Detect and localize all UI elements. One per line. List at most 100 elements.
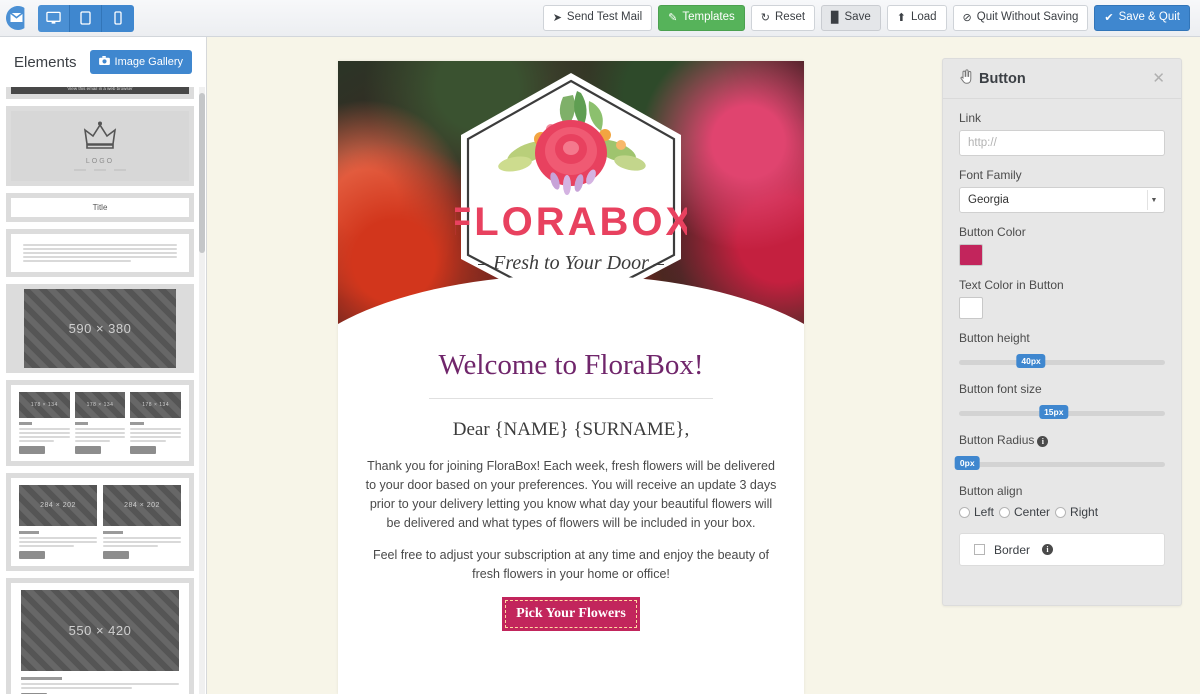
button-height-slider[interactable]: 40px [959,354,1165,370]
border-checkbox-row[interactable]: Border i [959,533,1165,566]
send-test-mail-label: Send Test Mail [566,11,643,24]
info-icon[interactable]: i [1042,544,1054,555]
page-title: Elements [14,53,77,71]
panel-body: Link Font Family Georgia ▼ Button Color … [943,99,1181,578]
border-checkbox[interactable] [974,544,985,555]
info-icon[interactable]: i [1037,436,1049,447]
email-paragraph[interactable]: Feel free to adjust your subscription at… [362,546,780,584]
align-left-label: Left [974,505,995,519]
element-logo-label: LOGO [85,158,115,165]
sidebar-scrollbar[interactable] [199,87,205,694]
device-preview-group[interactable] [38,4,134,32]
load-label: Load [910,11,937,24]
align-center-label: Center [1014,505,1051,519]
paper-plane-icon: ➤ [552,11,562,24]
quit-without-saving-button[interactable]: ⊘ Quit Without Saving [952,5,1089,31]
panel-title: Button [959,69,1026,88]
button-radius-label: Button Radius i [959,433,1165,447]
save-and-quit-button[interactable]: ✔ Save & Quit [1094,5,1190,31]
templates-label: Templates [682,11,735,24]
action-buttons: ➤ Send Test Mail ✎ Templates ↻ Reset ▉ S… [542,5,1200,31]
button-height-handle[interactable]: 40px [1016,354,1046,369]
email-divider [429,398,713,399]
link-input[interactable] [959,130,1165,156]
pick-your-flowers-button[interactable]: Pick Your Flowers [502,597,640,631]
top-toolbar: ➤ Send Test Mail ✎ Templates ↻ Reset ▉ S… [0,0,1200,37]
radio-dot-icon [959,506,970,518]
element-image-label: 590 × 380 [24,289,176,368]
email-paragraph[interactable]: Thank you for joining FloraBox! Each wee… [362,457,780,533]
save-and-quit-label: Save & Quit [1118,11,1180,24]
button-align-label: Button align [959,484,1023,498]
templates-button[interactable]: ✎ Templates [658,5,745,31]
florabox-wordmark: FLORABOX [455,200,687,244]
load-button[interactable]: ⬆ Load [886,5,947,31]
element-item-title[interactable]: Title [6,193,194,222]
email-hero-image[interactable]: FLORABOX – Fresh to Your Door – [338,61,804,331]
image-gallery-button[interactable]: Image Gallery [89,50,192,74]
floppy-disk-icon: ▉ [831,11,840,24]
save-label: Save [844,11,871,24]
panel-header: Button ✕ [943,59,1181,99]
camera-icon [98,56,110,68]
upload-icon: ⬆ [896,11,906,24]
element-item-preheader[interactable]: View this email in a web browser [6,87,194,99]
send-test-mail-button[interactable]: ➤ Send Test Mail [542,5,653,31]
element-item-image-text[interactable]: 550 × 420 [6,578,194,694]
element-preheader-label: View this email in a web browser [11,87,189,94]
image-gallery-label: Image Gallery [114,56,183,68]
font-family-label: Font Family [959,168,1022,182]
device-desktop-button[interactable] [38,4,70,32]
border-label: Border [994,542,1031,557]
align-right-radio[interactable]: Right [1055,505,1098,519]
button-radius-slider[interactable]: 0px [954,456,1165,472]
element-item-image[interactable]: 590 × 380 [6,284,194,373]
refresh-icon: ↻ [760,11,770,24]
button-color-label: Button Color [959,225,1026,239]
button-align-radio-group[interactable]: Left Center Right [959,505,1165,519]
email-body: Welcome to FloraBox! Dear {NAME} {SURNAM… [338,331,804,657]
element-item-logo[interactable]: LOGO [6,106,194,186]
close-icon[interactable]: ✕ [1152,71,1165,86]
element-item-three-column[interactable]: 178 × 134 178 × 134 178 × 134 [6,380,194,466]
elements-list[interactable]: View this email in a web browser LOGO Ti… [0,87,200,694]
element-three-col-label: 178 × 134 [19,392,70,418]
text-color-swatch[interactable] [959,297,983,319]
element-item-text[interactable] [6,229,194,277]
quit-without-saving-label: Quit Without Saving [976,11,1079,24]
magic-wand-icon: ✎ [668,11,678,24]
reset-label: Reset [775,11,806,24]
button-font-size-slider[interactable]: 15px [959,405,1165,421]
hand-pointer-icon [959,69,973,88]
slider-rail [959,360,1165,365]
device-tablet-button[interactable] [70,4,102,32]
align-left-radio[interactable]: Left [959,505,994,519]
button-font-size-handle[interactable]: 15px [1039,405,1069,420]
sidebar-header: Elements Image Gallery [0,37,206,87]
text-color-label: Text Color in Button [959,278,1064,292]
crown-icon [83,121,117,149]
align-right-label: Right [1070,505,1099,519]
sidebar-scrollbar-thumb[interactable] [199,93,205,253]
save-button[interactable]: ▉ Save [821,5,881,31]
align-center-radio[interactable]: Center [999,505,1050,519]
device-mobile-button[interactable] [102,4,134,32]
email-heading[interactable]: Welcome to FloraBox! [362,349,780,382]
email-document: FLORABOX – Fresh to Your Door – Welcome … [338,61,804,694]
mail-envelope-logo-icon [0,0,36,37]
link-label: Link [959,111,982,125]
check-icon: ✔ [1104,11,1114,24]
element-two-col-label: 284 × 202 [19,485,97,526]
email-greeting[interactable]: Dear {NAME} {SURNAME}, [362,419,780,441]
slider-rail [959,462,1165,467]
element-title-label: Title [11,198,189,217]
elements-sidebar: Elements Image Gallery View this email i… [0,37,207,694]
element-item-two-column[interactable]: 284 × 202 284 × 202 [6,473,194,571]
button-color-swatch[interactable] [959,244,983,266]
element-image-text-label: 550 × 420 [21,590,179,671]
button-font-size-label: Button font size [959,382,1042,396]
reset-button[interactable]: ↻ Reset [750,5,816,31]
button-radius-handle[interactable]: 0px [954,456,980,471]
button-height-label: Button height [959,331,1030,345]
font-family-select[interactable]: Georgia [959,187,1165,213]
